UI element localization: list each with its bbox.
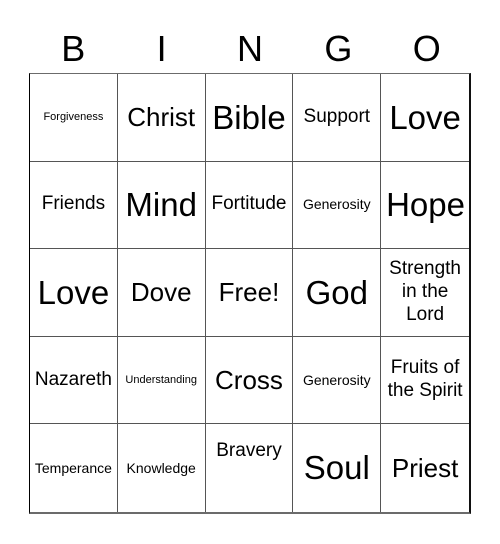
cell-label: Nazareth [34, 368, 112, 390]
bingo-cell-o-1[interactable]: Love [381, 74, 469, 162]
bingo-cell-o-5[interactable]: Priest [381, 424, 469, 512]
cell-label: Hope [386, 186, 465, 224]
cell-label: Generosity [302, 371, 371, 388]
cell-label: Soul [303, 449, 370, 487]
bingo-cell-i-4[interactable]: Understanding [117, 336, 206, 425]
header-letter-i: I [156, 28, 167, 69]
bingo-cell-b-2[interactable]: Friends [30, 161, 118, 250]
cell-label: Dove [130, 276, 192, 307]
bingo-cell-b-3[interactable]: Love [30, 249, 118, 337]
cell-label: Mind [125, 186, 197, 224]
bingo-cell-n-5[interactable]: Bravery [206, 424, 294, 512]
header-letter-n: N [236, 28, 263, 69]
cell-label: Friends [41, 193, 106, 215]
bingo-cell-g-3[interactable]: God [293, 249, 382, 337]
cell-label: Generosity [302, 196, 371, 213]
bingo-cell-i-1[interactable]: Christ [117, 74, 206, 162]
cell-label: Bravery [216, 440, 282, 462]
cell-label: Forgiveness [43, 110, 104, 123]
cell-label: Love [389, 98, 461, 136]
bingo-cell-b-5[interactable]: Temperance [30, 424, 118, 512]
bingo-cell-g-2[interactable]: Generosity [293, 161, 382, 250]
cell-label: Love [37, 273, 110, 311]
bingo-cell-b-1[interactable]: Forgiveness [30, 74, 118, 162]
bingo-cell-g-5[interactable]: Soul [293, 424, 382, 512]
cell-label: God [305, 273, 368, 311]
header-letter-g: G [324, 28, 353, 69]
bingo-cell-o-4[interactable]: Fruits of the Spirit [381, 337, 469, 425]
cell-label: Temperance [34, 459, 112, 476]
bingo-cell-i-3[interactable]: Dove [117, 249, 206, 337]
cell-label: Strength in the Lord [389, 258, 461, 325]
cell-label: Fruits of the Spirit [387, 357, 463, 402]
bingo-cell-i-2[interactable]: Mind [117, 161, 206, 250]
bingo-cell-n-3[interactable]: Free! [205, 249, 294, 337]
cell-label: Fortitude [211, 193, 287, 215]
bingo-cell-g-4[interactable]: Generosity [293, 336, 382, 425]
bingo-cell-n-2[interactable]: Fortitude [205, 161, 294, 250]
bingo-header: B I N G O [29, 26, 471, 72]
cell-label: Free! [218, 276, 280, 307]
cell-label: Understanding [125, 373, 197, 386]
cell-label: Knowledge [126, 459, 196, 476]
cell-label: Bible [212, 98, 286, 136]
bingo-card-grid: Forgiveness Christ Bible Support Love Friends… [29, 73, 471, 514]
cell-label: Christ [127, 101, 196, 132]
header-letter-b: B [61, 28, 86, 69]
bingo-cell-n-1[interactable]: Bible [205, 74, 294, 162]
bingo-cell-o-3[interactable]: Strength in the Lord [381, 249, 469, 337]
bingo-cell-b-4[interactable]: Nazareth [30, 336, 118, 425]
cell-label: Priest [391, 452, 459, 483]
cell-label: Support [303, 105, 371, 127]
header-letter-o: O [412, 28, 441, 69]
bingo-cell-o-2[interactable]: Hope [381, 162, 469, 250]
cell-label: Cross [215, 364, 283, 395]
bingo-cell-n-4[interactable]: Cross [205, 336, 294, 425]
bingo-cell-g-1[interactable]: Support [293, 74, 382, 162]
bingo-cell-i-5[interactable]: Knowledge [118, 424, 206, 512]
